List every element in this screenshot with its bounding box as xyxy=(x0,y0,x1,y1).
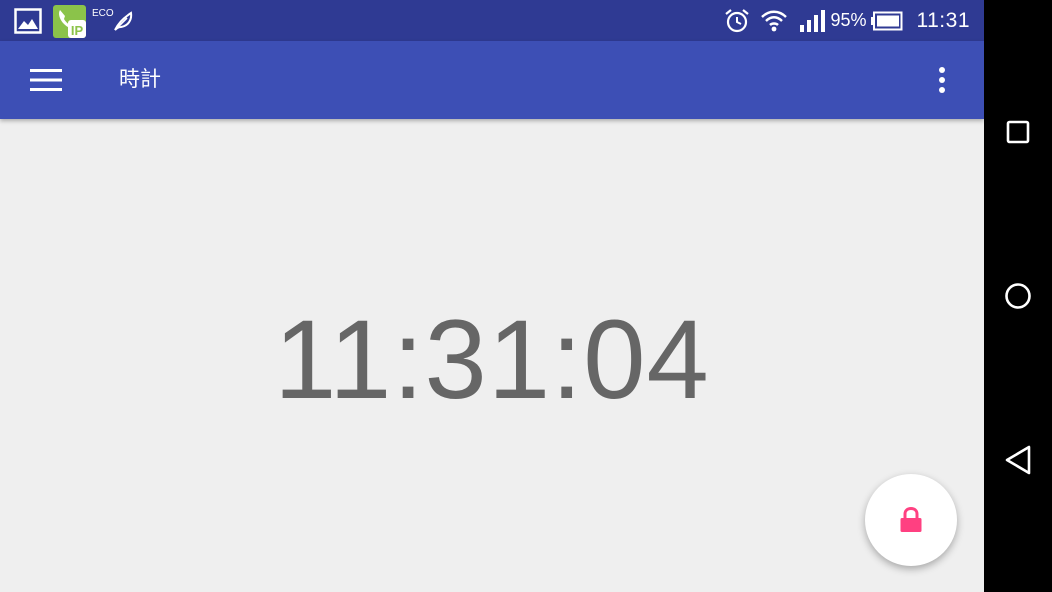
wifi-icon xyxy=(760,9,788,33)
svg-text:IP: IP xyxy=(71,23,84,38)
battery-icon xyxy=(870,11,903,31)
app-title: 時計 xyxy=(119,68,161,91)
clock-display: 11:31:04 xyxy=(274,297,710,422)
lock-button[interactable] xyxy=(865,474,957,566)
recent-apps-icon xyxy=(1006,120,1030,144)
home-button[interactable] xyxy=(990,268,1046,324)
menu-button[interactable] xyxy=(0,56,92,104)
overflow-menu-button[interactable] xyxy=(918,56,966,104)
screen: IP ECO 95% 11:31 時計 11:31:04 xyxy=(0,0,984,592)
ip-phone-app-icon: IP xyxy=(53,4,86,38)
lock-icon xyxy=(899,506,923,534)
recent-apps-button[interactable] xyxy=(990,104,1046,160)
signal-icon xyxy=(800,9,826,32)
status-bar: IP ECO 95% 11:31 xyxy=(0,0,984,41)
back-icon xyxy=(1003,444,1033,476)
status-bar-time: 11:31 xyxy=(916,8,970,32)
alarm-icon xyxy=(724,8,750,34)
back-button[interactable] xyxy=(990,432,1046,488)
image-notification-icon xyxy=(14,8,42,34)
eco-leaf-icon xyxy=(112,10,134,32)
eco-label: ECO xyxy=(92,8,114,19)
more-vert-icon xyxy=(938,66,946,94)
app-bar: 時計 xyxy=(0,41,984,119)
home-icon xyxy=(1004,282,1032,310)
status-bar-system-icons: 95% 11:31 xyxy=(724,0,970,41)
hamburger-menu-icon xyxy=(30,68,62,92)
battery-percent: 95% xyxy=(830,10,867,30)
status-bar-notifications: IP ECO xyxy=(14,4,134,38)
navigation-bar xyxy=(984,0,1052,592)
